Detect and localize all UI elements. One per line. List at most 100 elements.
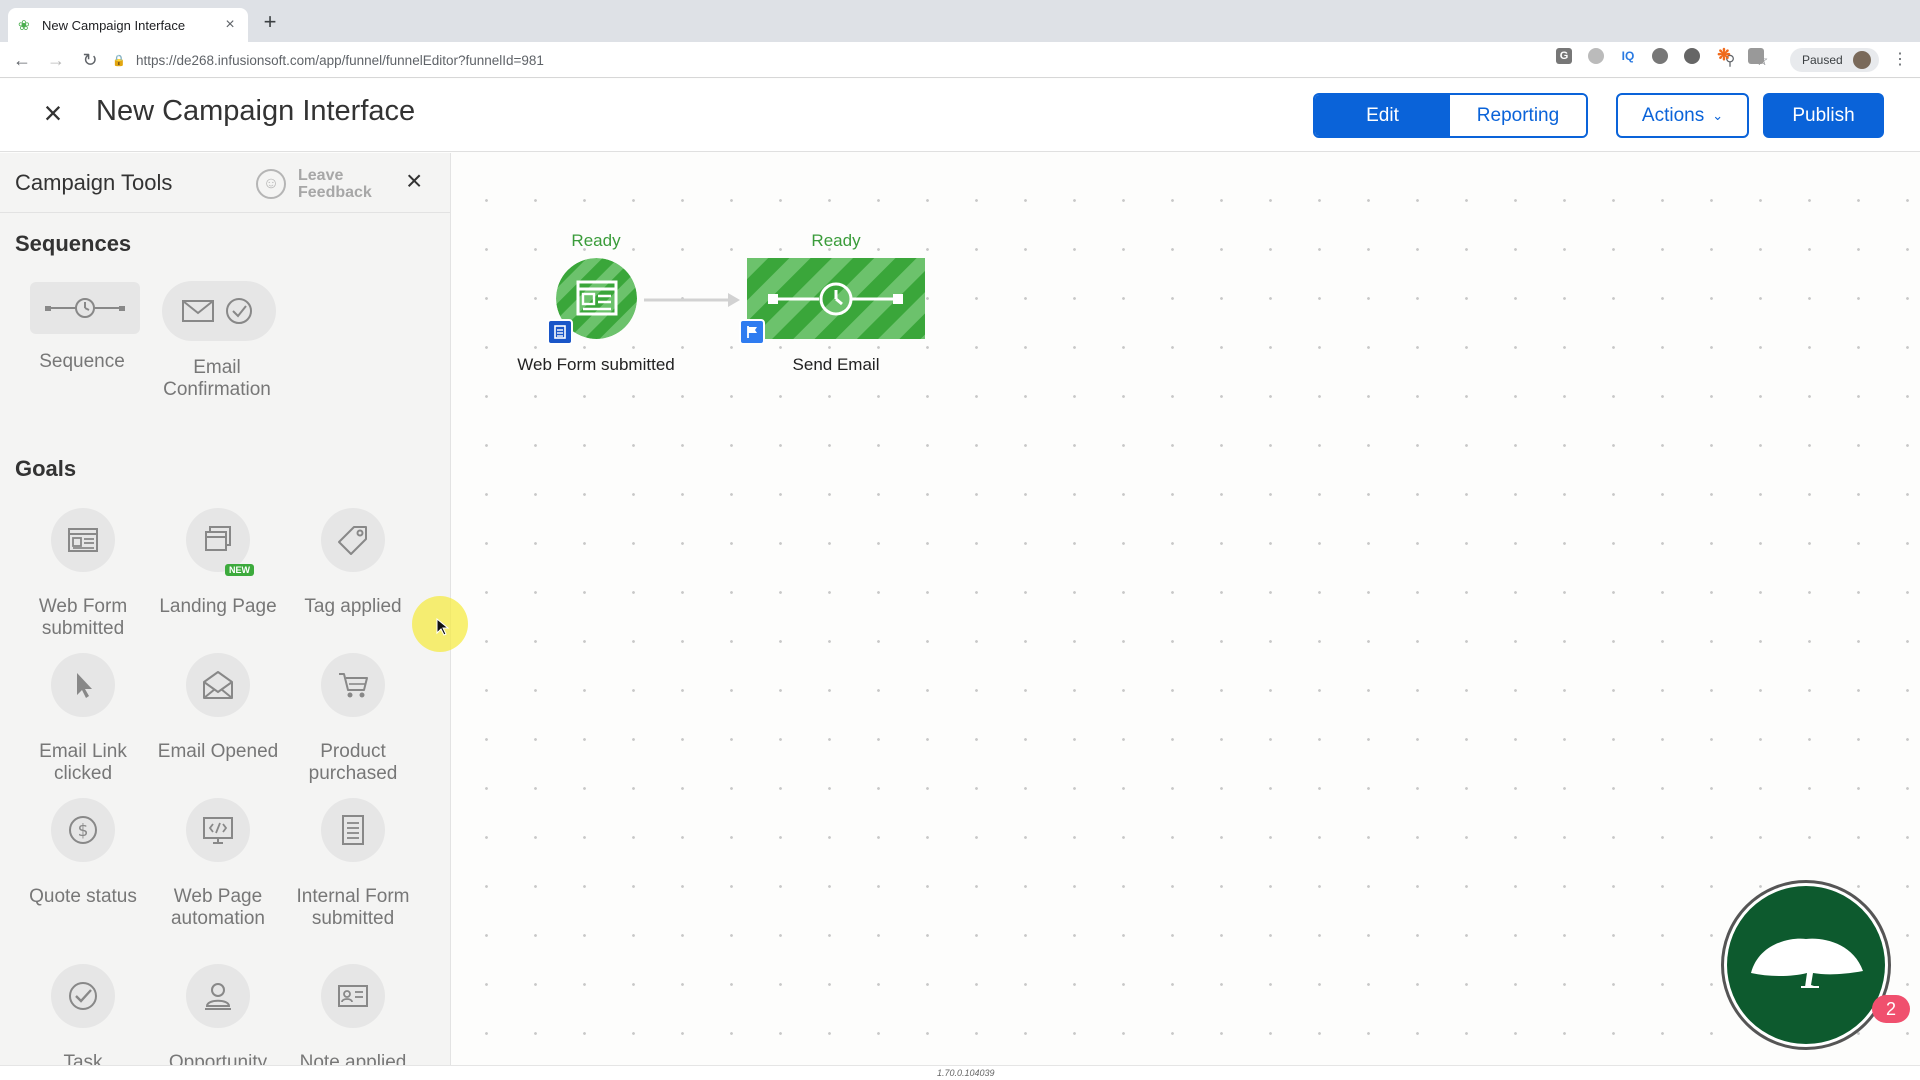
- node-name: Send Email: [792, 355, 880, 374]
- goal-label: Product purchased: [308, 741, 398, 784]
- profile-avatar: [1852, 51, 1871, 69]
- extension-g-icon[interactable]: G: [1556, 48, 1572, 64]
- goal-task[interactable]: Task: [16, 964, 150, 1065]
- email-confirmation-label: Email Confirmation: [163, 357, 271, 400]
- sequence-icon: [747, 258, 925, 339]
- reporting-tab[interactable]: Reporting: [1450, 95, 1586, 136]
- flag-badge: [739, 319, 765, 345]
- goal-web-page-automation[interactable]: Web Page automation: [151, 798, 285, 930]
- person-icon: [186, 964, 250, 1028]
- sequence-tool[interactable]: [30, 282, 140, 334]
- browser-toolbar: ← → ↻ 🔒 https://de268.infusionsoft.com/a…: [0, 42, 1920, 78]
- dollar-icon: $: [51, 798, 115, 862]
- node-status: Ready: [571, 231, 621, 250]
- mouse-pointer-icon: [436, 618, 450, 636]
- version-label: 1.70.0.104039: [937, 1068, 995, 1078]
- profile-paused-pill[interactable]: Paused: [1790, 48, 1879, 72]
- connector-arrow: [644, 293, 740, 307]
- open-envelope-icon: [186, 653, 250, 717]
- leave-feedback-button[interactable]: ☺ Leave Feedback: [256, 167, 388, 201]
- extension-circle-icon[interactable]: [1588, 48, 1604, 64]
- tab-close-icon[interactable]: ×: [222, 16, 238, 34]
- goal-landing-page[interactable]: NEW Landing Page: [151, 508, 285, 618]
- send-email-sequence-node[interactable]: [747, 258, 925, 339]
- flag-icon: [747, 326, 757, 338]
- sequences-heading: Sequences: [15, 231, 132, 256]
- goal-internal-form[interactable]: Internal Form submitted: [286, 798, 420, 930]
- goal-label: Web Page automation: [170, 886, 265, 929]
- notification-count-badge[interactable]: 2: [1872, 995, 1910, 1023]
- reload-icon[interactable]: ↻: [78, 48, 102, 72]
- actions-dropdown-button[interactable]: Actions ⌄: [1616, 93, 1749, 138]
- back-arrow-icon[interactable]: ←: [10, 48, 34, 72]
- form-type-badge: [547, 319, 573, 345]
- edit-tab[interactable]: Edit: [1315, 95, 1450, 136]
- cursor-icon: [51, 653, 115, 717]
- publish-button[interactable]: Publish: [1763, 93, 1884, 138]
- tab-title: New Campaign Interface: [42, 17, 186, 33]
- goal-label: Opportunity: [168, 1052, 268, 1065]
- actions-label: Actions: [1641, 104, 1705, 126]
- new-badge: NEW: [225, 564, 254, 576]
- goal-label: Landing Page: [159, 596, 277, 617]
- forward-arrow-icon[interactable]: →: [44, 48, 68, 72]
- goal-email-link-clicked[interactable]: Email Link clicked: [16, 653, 150, 785]
- tag-icon: [321, 508, 385, 572]
- goal-web-form[interactable]: Web Form submitted: [16, 508, 150, 640]
- panel-title: Campaign Tools: [15, 170, 173, 195]
- goal-email-opened[interactable]: Email Opened: [151, 653, 285, 763]
- email-confirmation-icon: [182, 298, 252, 324]
- goal-quote-status[interactable]: $ Quote status: [16, 798, 150, 908]
- campaign-header: × New Campaign Interface Edit Reporting …: [0, 79, 1920, 152]
- new-tab-icon[interactable]: +: [258, 11, 282, 35]
- code-screen-icon: [186, 798, 250, 862]
- browser-tab[interactable]: ❀ New Campaign Interface ×: [8, 8, 248, 42]
- goal-label: Email Opened: [157, 741, 279, 762]
- tree-logo-icon: [1727, 886, 1885, 1044]
- address-bar[interactable]: 🔒 https://de268.infusionsoft.com/app/fun…: [112, 47, 1772, 73]
- smiley-icon: ☺: [256, 169, 286, 199]
- goal-label: Email Link clicked: [39, 741, 127, 784]
- extension-iq-icon[interactable]: IQ: [1620, 48, 1636, 64]
- node-status: Ready: [811, 231, 861, 250]
- extension-dark-circle-icon[interactable]: [1684, 48, 1700, 64]
- lock-icon: 🔒: [112, 54, 126, 67]
- goal-opportunity[interactable]: Opportunity: [151, 964, 285, 1065]
- goal-label: Tag applied: [304, 596, 402, 617]
- goal-label: Internal Form submitted: [296, 886, 410, 929]
- extension-square-icon[interactable]: [1748, 48, 1764, 64]
- campaign-canvas[interactable]: Ready Web Form submitted Ready Send Emai…: [452, 153, 1920, 1065]
- campaign-tools-panel: Campaign Tools ☺ Leave Feedback × Sequen…: [0, 153, 451, 1065]
- goal-product-purchased[interactable]: Product purchased: [286, 653, 420, 785]
- panel-close-icon[interactable]: ×: [406, 167, 422, 195]
- cart-icon: [321, 653, 385, 717]
- infusionsoft-leaf-icon: ❀: [18, 17, 30, 33]
- chat-widget-avatar[interactable]: [1721, 880, 1891, 1050]
- page-title: New Campaign Interface: [96, 95, 416, 127]
- close-icon[interactable]: ×: [38, 97, 68, 129]
- goal-label: Quote status: [29, 886, 137, 907]
- check-icon: [51, 964, 115, 1028]
- feedback-label: Leave Feedback: [298, 167, 372, 201]
- url-text[interactable]: https://de268.infusionsoft.com/app/funne…: [136, 53, 1708, 68]
- browser-tab-strip: ❀ New Campaign Interface × +: [0, 0, 1920, 42]
- email-confirmation-tool[interactable]: [162, 281, 276, 341]
- svg-text:$: $: [78, 821, 89, 841]
- goals-heading: Goals: [15, 456, 77, 481]
- document-icon: [321, 798, 385, 862]
- contact-card-icon: [321, 964, 385, 1028]
- goal-label: Note applied: [299, 1052, 407, 1065]
- extension-icons: G IQ ❋: [1556, 48, 1780, 64]
- chevron-down-icon: ⌄: [1712, 107, 1724, 123]
- node-name: Web Form submitted: [517, 355, 675, 374]
- browser-menu-icon[interactable]: ⋮: [1892, 50, 1908, 70]
- document-icon: [554, 325, 566, 339]
- landing-page-icon: NEW: [186, 508, 254, 576]
- goal-label: Task: [63, 1052, 103, 1065]
- extension-asterisk-icon[interactable]: ❋: [1716, 48, 1732, 64]
- goal-note-applied[interactable]: Note applied: [286, 964, 420, 1065]
- goal-tag-applied[interactable]: Tag applied: [286, 508, 420, 618]
- extension-badge-icon[interactable]: [1652, 48, 1668, 64]
- profile-status-label: Paused: [1802, 53, 1843, 67]
- goal-label: Web Form submitted: [38, 596, 128, 639]
